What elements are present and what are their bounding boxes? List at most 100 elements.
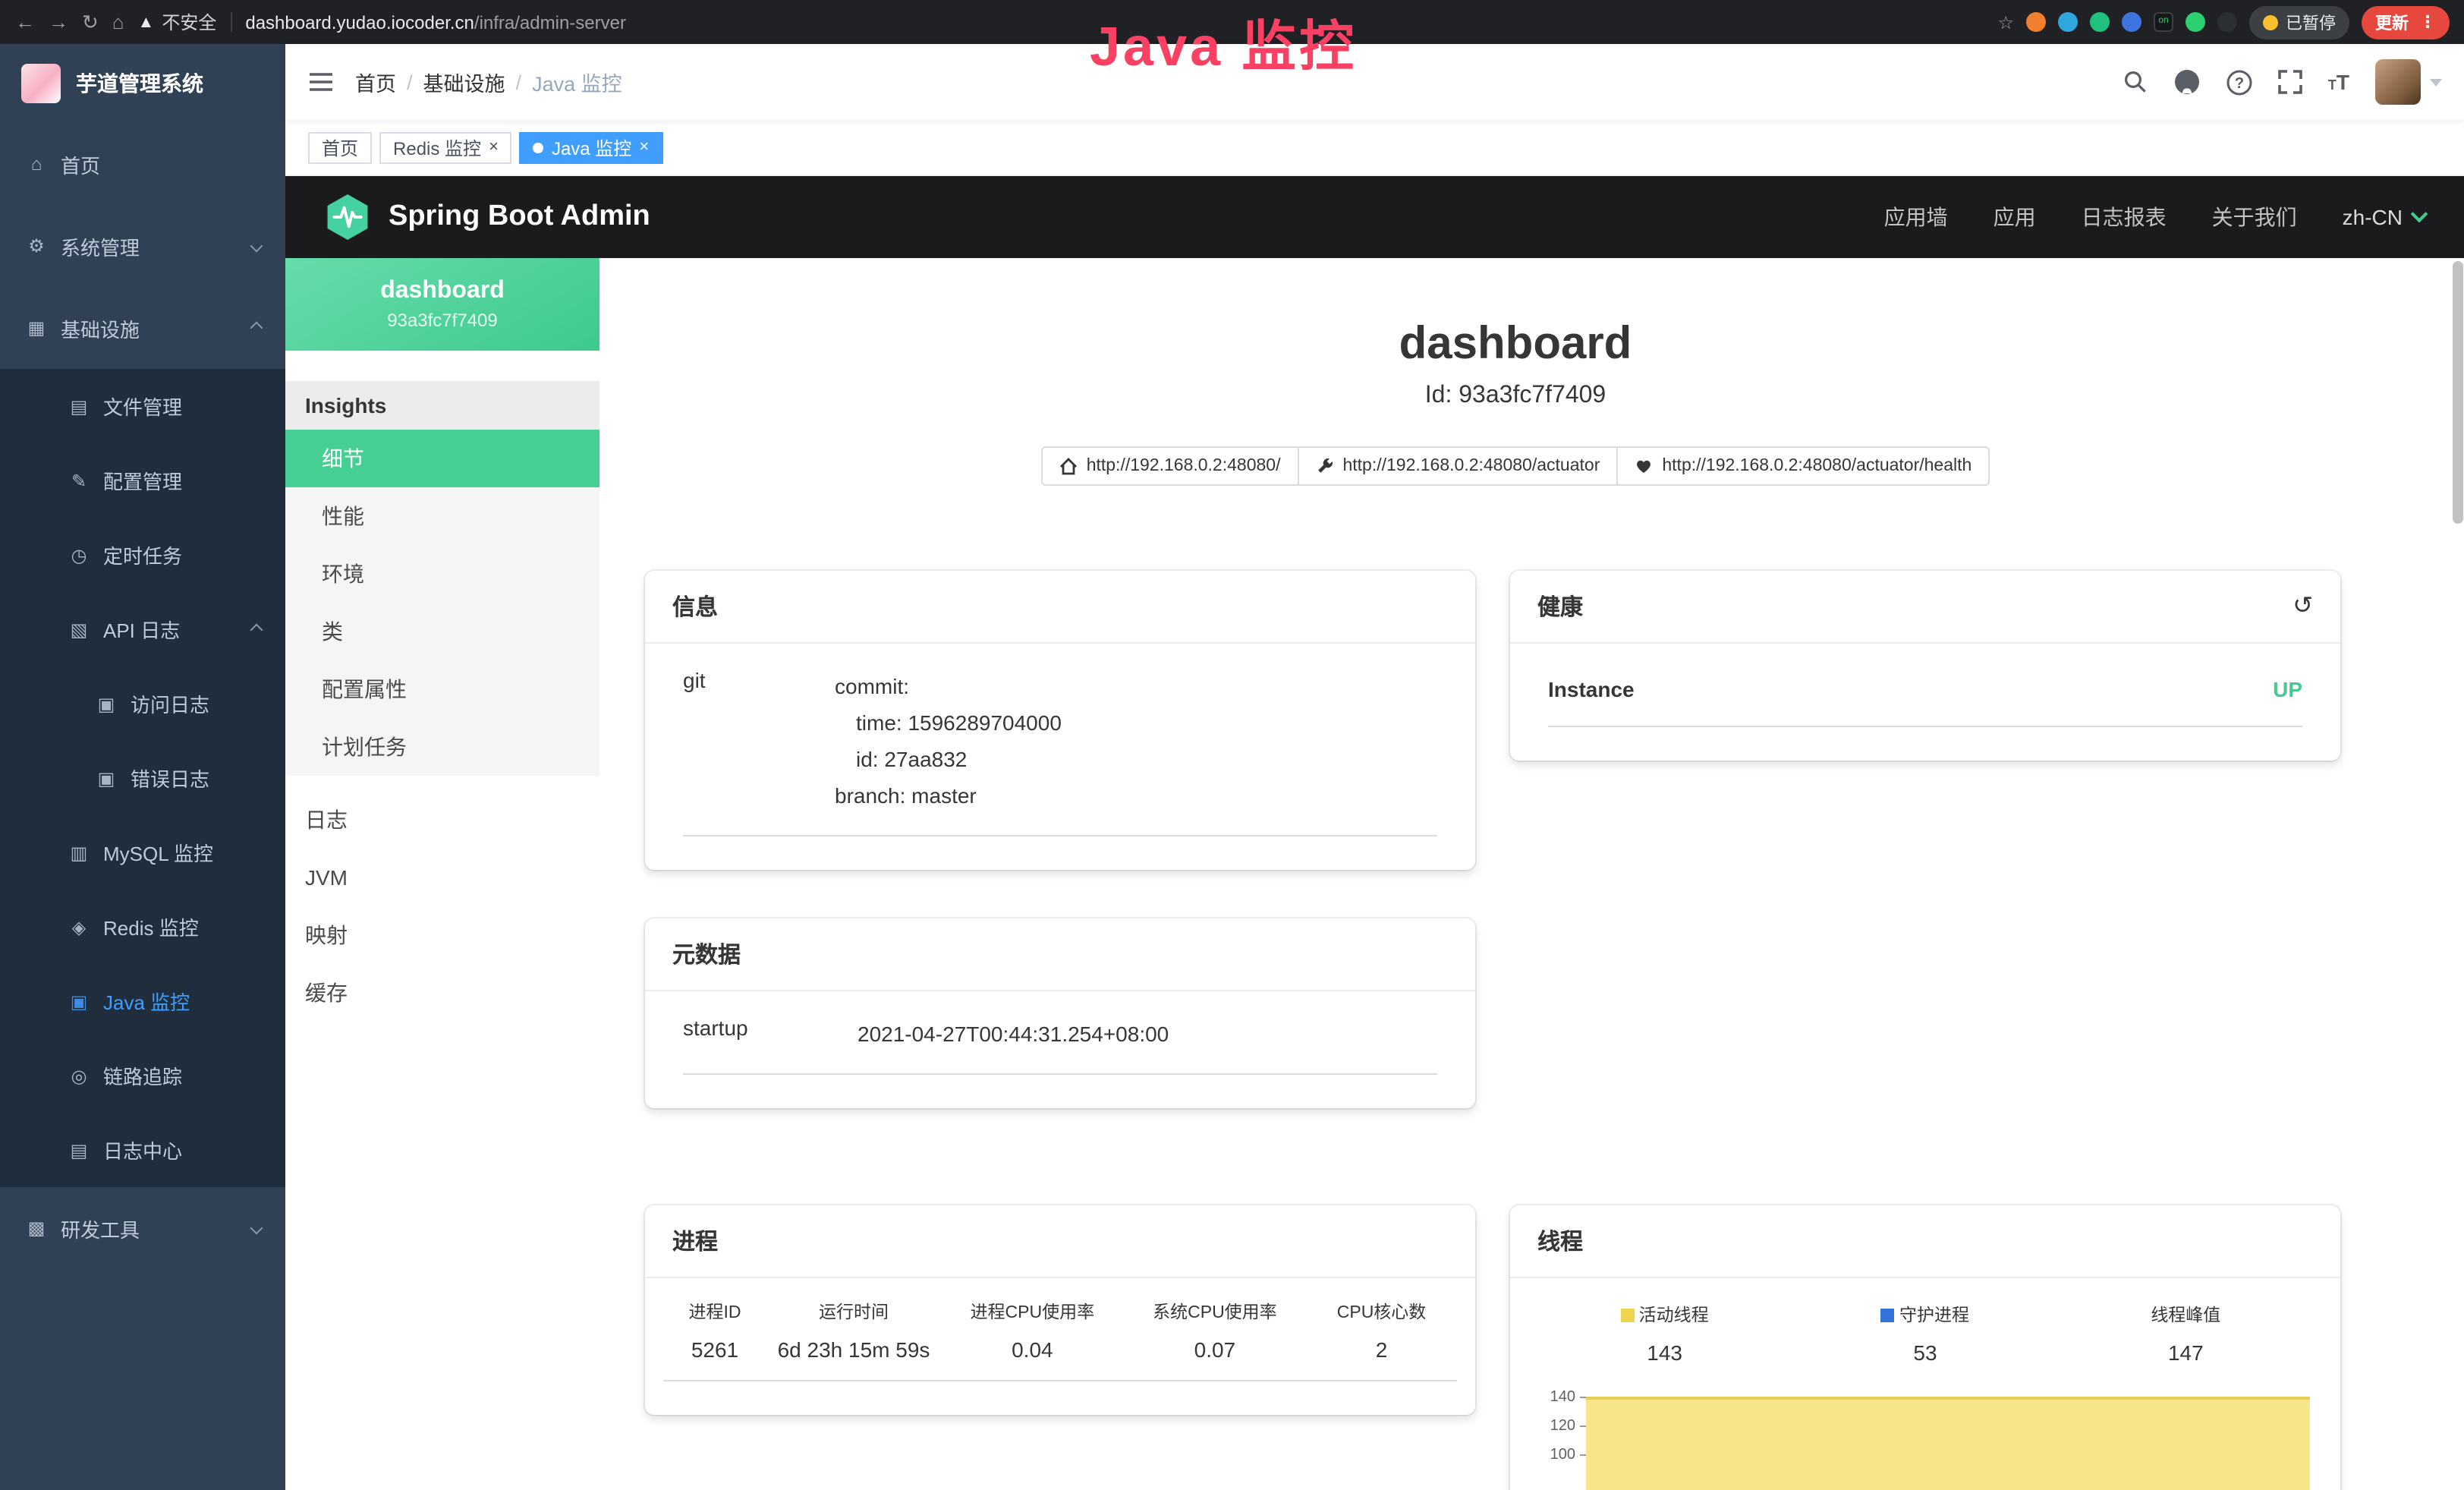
sba-item-scheduled-tasks[interactable]: 计划任务 — [285, 718, 599, 776]
breadcrumb-home[interactable]: 首页 — [355, 67, 396, 97]
col-header-process-cpu: 进程CPU使用率 — [941, 1299, 1124, 1324]
tab-java-monitor[interactable]: Java 监控 × — [520, 131, 662, 163]
forward-icon[interactable]: → — [49, 11, 68, 33]
home-icon[interactable]: ⌂ — [112, 11, 124, 33]
tab-redis-monitor[interactable]: Redis 监控 × — [379, 131, 512, 163]
screen: ← → ↻ ⌂ ▲ 不安全 dashboard.yudao.iocoder.cn… — [0, 0, 2464, 1490]
sba-nav-journal[interactable]: 日志报表 — [2082, 202, 2167, 232]
sidebar-item-label: API 日志 — [103, 615, 180, 644]
sba-nav-about[interactable]: 关于我们 — [2212, 202, 2297, 232]
sidebar-item-redis-monitor[interactable]: ◈ Redis 监控 — [0, 890, 285, 964]
instance-header[interactable]: dashboard 93a3fc7f7409 — [285, 258, 599, 351]
extension-icon-2[interactable] — [2058, 12, 2078, 32]
sidebar-item-java-monitor[interactable]: ▣ Java 监控 — [0, 964, 285, 1038]
sidebar-item-api-logs[interactable]: ▧ API 日志 — [0, 592, 285, 666]
metadata-value: 2021-04-27T00:44:31.254+08:00 — [858, 1016, 1169, 1052]
health-url-button[interactable]: http://192.168.0.2:48080/actuator/health — [1616, 446, 1990, 486]
address-bar[interactable]: dashboard.yudao.iocoder.cn/infra/admin-s… — [245, 11, 626, 33]
logo-avatar — [21, 64, 61, 103]
extension-icon-6[interactable] — [2217, 12, 2237, 32]
tools-icon: ▩ — [24, 1218, 49, 1239]
sidebar-item-error-logs[interactable]: ▣ 错误日志 — [0, 741, 285, 815]
font-size-icon[interactable]: TT — [2328, 70, 2349, 94]
extension-icon-5[interactable] — [2186, 12, 2205, 32]
security-label: 不安全 — [162, 9, 216, 35]
java-monitor-icon: ▣ — [67, 991, 91, 1012]
locale-select[interactable]: zh-CN — [2343, 205, 2425, 229]
sidebar-item-access-logs[interactable]: ▣ 访问日志 — [0, 666, 285, 741]
legend-daemon-threads: 守护进程 53 — [1795, 1303, 2055, 1365]
user-menu[interactable] — [2375, 59, 2442, 105]
actuator-url-button[interactable]: http://192.168.0.2:48080/actuator — [1297, 446, 1618, 486]
sba-nav-wallboard[interactable]: 应用墙 — [1884, 202, 1948, 232]
legend-value: 53 — [1795, 1340, 2055, 1365]
help-icon[interactable]: ? — [2226, 69, 2252, 95]
security-indicator[interactable]: ▲ 不安全 — [138, 9, 217, 35]
sba-nav-applications[interactable]: 应用 — [1994, 202, 2036, 232]
insights-section-label: Insights — [285, 381, 599, 430]
sidebar-item-label: 研发工具 — [61, 1214, 140, 1243]
sba-item-environment[interactable]: 环境 — [285, 545, 599, 603]
col-header-cpu-cores: CPU核心数 — [1306, 1299, 1457, 1324]
fullscreen-icon[interactable] — [2278, 70, 2302, 94]
sidebar-item-home[interactable]: ⌂ 首页 — [0, 123, 285, 205]
threads-legend: 活动线程 143 守护进程 53 线程峰值 14 — [1534, 1303, 2316, 1365]
sidebar-item-trace[interactable]: ◎ 链路追踪 — [0, 1038, 285, 1113]
reload-icon[interactable]: ↻ — [82, 10, 99, 34]
gear-icon: ⚙ — [24, 235, 49, 257]
history-icon[interactable]: ↺ — [2292, 594, 2313, 619]
app-logo[interactable]: 芋道管理系统 — [0, 44, 285, 123]
timer-icon: ◷ — [67, 544, 91, 565]
tab-label: Redis 监控 — [393, 134, 481, 160]
chevron-down-icon — [250, 1222, 263, 1235]
infrastructure-icon: ▦ — [24, 317, 49, 339]
update-browser-button[interactable]: 更新 ⋮ — [2362, 5, 2450, 39]
sidebar-item-mysql-monitor[interactable]: ▥ MySQL 监控 — [0, 815, 285, 890]
close-icon[interactable]: × — [639, 139, 649, 156]
extension-icon-3[interactable] — [2090, 12, 2110, 32]
heartbeat-icon — [1635, 457, 1653, 475]
update-label: 更新 — [2375, 10, 2409, 34]
scrollbar-thumb[interactable] — [2453, 261, 2463, 524]
sba-item-config-properties[interactable]: 配置属性 — [285, 660, 599, 718]
sidebar-item-label: 链路追踪 — [103, 1061, 182, 1090]
extension-icon-1[interactable] — [2026, 12, 2046, 32]
breadcrumb-separator: / — [407, 71, 413, 93]
legend-live-threads: 活动线程 143 — [1534, 1303, 1795, 1365]
hamburger-icon[interactable] — [308, 71, 334, 93]
legend-label: 活动线程 — [1639, 1303, 1709, 1327]
back-icon[interactable]: ← — [15, 11, 35, 33]
sba-item-classes[interactable]: 类 — [285, 603, 599, 660]
sba-item-logs[interactable]: 日志 — [285, 791, 599, 849]
sba-item-performance[interactable]: 性能 — [285, 487, 599, 545]
bookmark-star-icon[interactable]: ☆ — [1997, 11, 2014, 33]
tab-home[interactable]: 首页 — [308, 131, 372, 163]
sidebar-item-log-center[interactable]: ▤ 日志中心 — [0, 1113, 285, 1187]
yellow-swatch-icon — [1621, 1308, 1635, 1321]
browser-menu-icon[interactable]: ⋮ — [2419, 12, 2436, 32]
sidebar-item-label: 系统管理 — [61, 232, 140, 260]
sidebar-item-infrastructure[interactable]: ▦ 基础设施 — [0, 287, 285, 369]
sba-brand[interactable]: Spring Boot Admin — [325, 193, 650, 241]
blue-swatch-icon — [1881, 1308, 1895, 1321]
sidebar-item-system-management[interactable]: ⚙ 系统管理 — [0, 205, 285, 287]
sidebar-item-file-management[interactable]: ▤ 文件管理 — [0, 369, 285, 443]
sidebar-item-scheduled-jobs[interactable]: ◷ 定时任务 — [0, 518, 285, 592]
instance-label[interactable]: Instance — [1548, 677, 1635, 701]
card-title: 线程 — [1537, 1225, 1583, 1257]
sidebar-item-dev-tools[interactable]: ▩ 研发工具 — [0, 1187, 285, 1269]
search-icon[interactable] — [2123, 70, 2148, 94]
sidebar-item-config-management[interactable]: ✎ 配置管理 — [0, 443, 285, 518]
service-url-button[interactable]: http://192.168.0.2:48080/ — [1041, 446, 1299, 486]
sba-item-mappings[interactable]: 映射 — [285, 906, 599, 964]
close-icon[interactable]: × — [489, 139, 499, 156]
paused-badge[interactable]: 已暂停 — [2249, 5, 2349, 39]
breadcrumb-infrastructure[interactable]: 基础设施 — [423, 67, 505, 97]
sba-item-caches[interactable]: 缓存 — [285, 964, 599, 1022]
redis-icon: ◈ — [67, 916, 91, 937]
extension-icon-4[interactable] — [2122, 12, 2141, 32]
github-icon[interactable] — [2173, 68, 2201, 96]
sba-item-details[interactable]: 细节 — [285, 430, 599, 487]
sba-item-jvm[interactable]: JVM — [285, 849, 599, 906]
extension-icon-on[interactable]: on — [2154, 12, 2173, 32]
